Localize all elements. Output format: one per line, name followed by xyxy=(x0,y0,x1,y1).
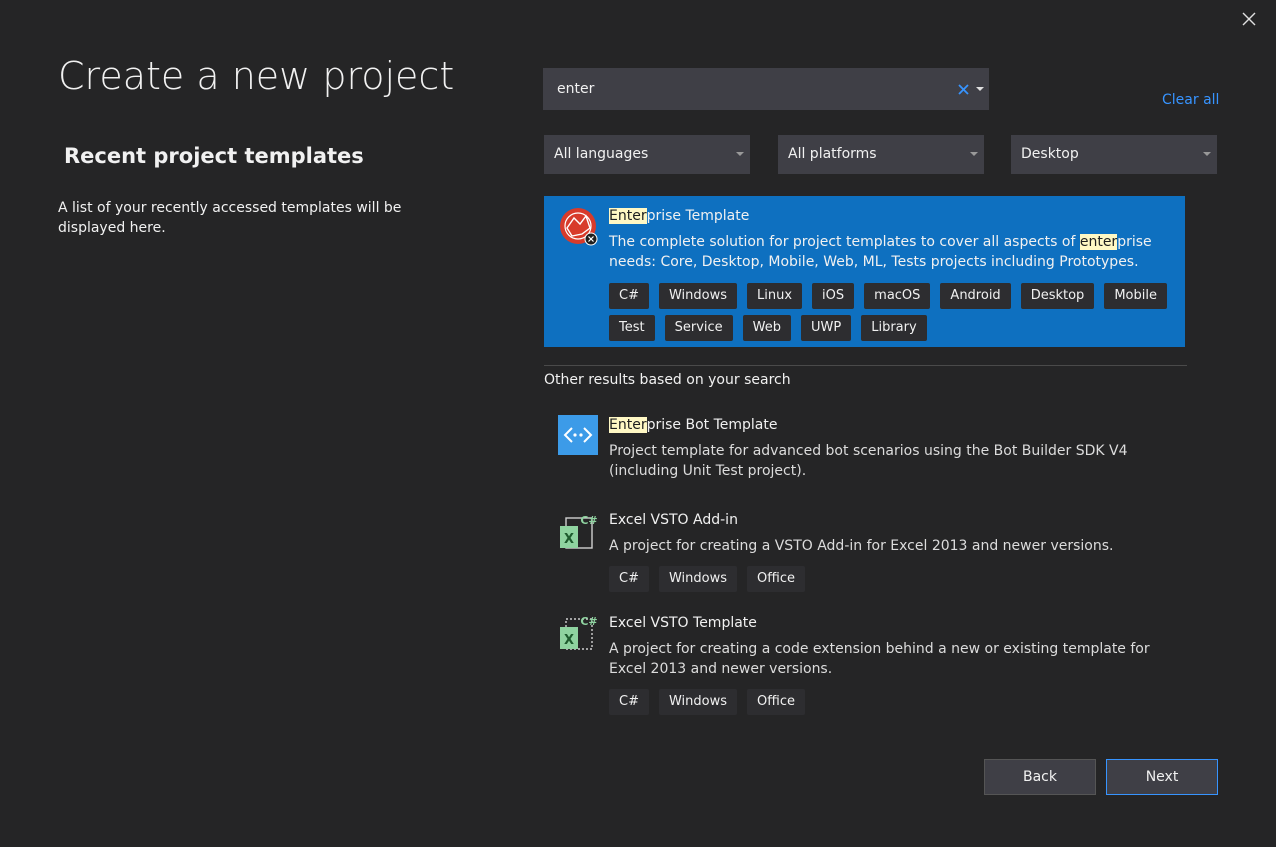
tag-badge: Office xyxy=(747,689,805,715)
tag-badge: Android xyxy=(940,283,1011,309)
template-description-start: The complete solution for project templa… xyxy=(609,234,1080,250)
tag-badge: Linux xyxy=(747,283,803,309)
bot-code-icon xyxy=(558,415,598,455)
svg-text:C#: C# xyxy=(580,514,597,527)
template-item-enterprise[interactable]: Enterprise Template The complete solutio… xyxy=(544,196,1185,347)
tag-badge: Test xyxy=(609,315,655,341)
recent-templates-heading: Recent project templates xyxy=(64,144,364,168)
excel-csharp-icon: X C# xyxy=(558,512,600,554)
language-filter-value: All languages xyxy=(554,146,649,162)
tag-badge: C# xyxy=(609,283,649,309)
chevron-down-icon xyxy=(736,152,744,156)
platform-filter-dropdown[interactable]: All platforms xyxy=(778,135,984,174)
template-item-enterprise-bot[interactable]: Enterprise Bot Template Project template… xyxy=(544,405,1185,489)
other-results-heading: Other results based on your search xyxy=(544,372,791,388)
page-title: Create a new project xyxy=(58,54,455,98)
excel-csharp-icon: X C# xyxy=(558,613,600,655)
search-history-dropdown[interactable] xyxy=(975,80,985,98)
tag-badge: Library xyxy=(861,315,927,341)
search-clear-button[interactable] xyxy=(957,79,971,99)
back-button[interactable]: Back xyxy=(984,759,1096,795)
tag-badge: C# xyxy=(609,689,649,715)
template-description: Project template for advanced bot scenar… xyxy=(609,443,1128,479)
enterprise-template-icon xyxy=(558,206,600,248)
tag-badge: Office xyxy=(747,566,805,592)
tag-badge: Web xyxy=(742,315,791,341)
tag-badge: iOS xyxy=(812,283,855,309)
template-tags: C# Windows Linux iOS macOS Android Desktop Mobi… xyxy=(609,283,1169,341)
search-input[interactable] xyxy=(557,68,937,110)
search-match-highlight: Enter xyxy=(609,208,647,224)
template-name: Enterprise Bot Template xyxy=(609,417,777,433)
svg-text:X: X xyxy=(564,532,574,547)
template-description: The complete solution for project templa… xyxy=(609,232,1174,272)
svg-text:X: X xyxy=(564,633,574,648)
template-item-excel-vsto-template[interactable]: X C# Excel VSTO Template A project for c… xyxy=(544,605,1185,721)
language-filter-dropdown[interactable]: All languages xyxy=(544,135,750,174)
tag-badge: Mobile xyxy=(1104,283,1167,309)
results-divider xyxy=(544,365,1187,366)
template-name: Excel VSTO Template xyxy=(609,615,757,631)
template-name-rest: prise Template xyxy=(646,208,750,224)
template-tags: C# Windows Office xyxy=(609,566,1169,592)
tag-badge: macOS xyxy=(864,283,931,309)
template-item-excel-vsto-addin[interactable]: X C# Excel VSTO Add-in A project for cre… xyxy=(544,502,1185,598)
svg-text:C#: C# xyxy=(580,615,597,628)
tag-badge: Desktop xyxy=(1020,283,1095,309)
project-type-filter-value: Desktop xyxy=(1021,146,1079,162)
template-tags: C# Windows Office xyxy=(609,689,1169,715)
tag-badge: Windows xyxy=(658,283,738,309)
tag-badge: Windows xyxy=(658,566,738,592)
chevron-down-icon xyxy=(1203,152,1211,156)
template-name: Enterprise Template xyxy=(609,208,749,224)
project-type-filter-dropdown[interactable]: Desktop xyxy=(1011,135,1217,174)
recent-templates-description: A list of your recently accessed templat… xyxy=(58,200,402,236)
search-box xyxy=(543,68,989,110)
close-button[interactable] xyxy=(1238,8,1260,30)
clear-all-link[interactable]: Clear all xyxy=(1162,92,1219,108)
clear-x-icon xyxy=(958,84,969,95)
tag-badge: Service xyxy=(664,315,733,341)
chevron-down-icon xyxy=(970,152,978,156)
next-button[interactable]: Next xyxy=(1106,759,1218,795)
platform-filter-value: All platforms xyxy=(788,146,877,162)
template-description: A project for creating a VSTO Add-in for… xyxy=(609,538,1114,554)
chevron-down-icon xyxy=(976,87,984,91)
template-description: A project for creating a code extension … xyxy=(609,641,1150,677)
close-icon xyxy=(1242,12,1256,26)
tag-badge: Windows xyxy=(658,689,738,715)
search-match-highlight: enter xyxy=(1079,234,1118,250)
search-match-highlight: Enter xyxy=(609,417,647,433)
tag-badge: C# xyxy=(609,566,649,592)
template-name-rest: prise Bot Template xyxy=(646,417,778,433)
template-name: Excel VSTO Add-in xyxy=(609,512,738,528)
tag-badge: UWP xyxy=(801,315,852,341)
